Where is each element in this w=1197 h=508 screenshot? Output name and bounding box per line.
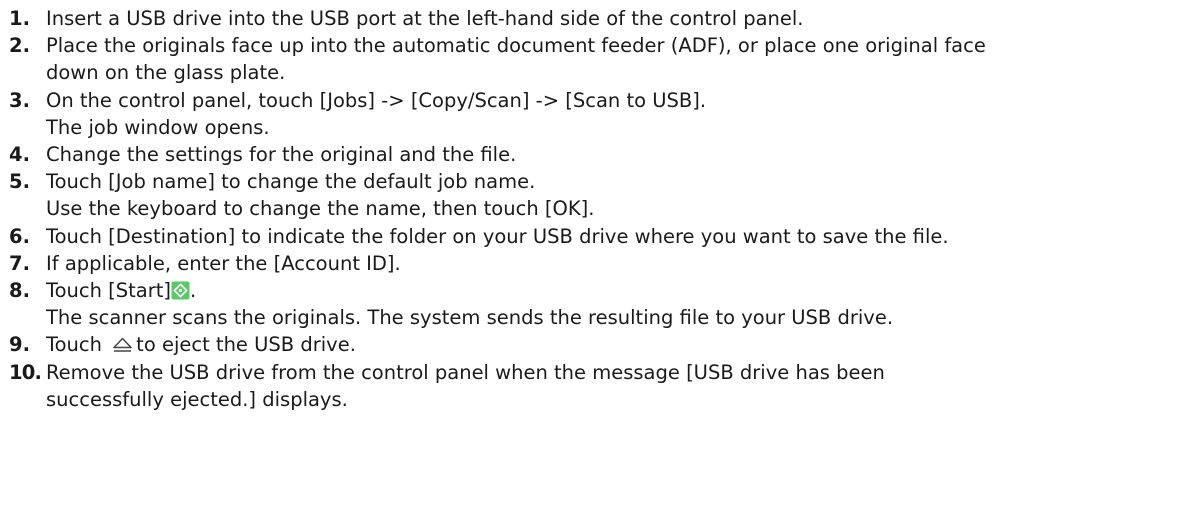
step-line: If applicable, enter the [Account ID]. [46, 251, 401, 275]
step-number: 1. [9, 7, 30, 30]
step-line: Remove the USB drive from the control pa… [46, 360, 885, 384]
step-9: 9. Touch to eject the USB drive. [9, 331, 1189, 358]
step-3: 3. On the control panel, touch [Jobs] ->… [9, 87, 1189, 141]
step-10: 10. Remove the USB drive from the contro… [9, 359, 1189, 413]
step-line: Touch [Job name] to change the default j… [46, 170, 536, 194]
step-text: On the control panel, touch [Jobs] -> [C… [46, 87, 1189, 141]
step-text: Touch [Start]. The scanner scans the ori… [46, 277, 1189, 331]
step-result-line: The scanner scans the originals. The sys… [46, 306, 894, 330]
step-line: On the control panel, touch [Jobs] -> [C… [46, 88, 707, 112]
step-8: 8. Touch [Start]. The scanner scans the … [9, 277, 1189, 331]
step-text: Insert a USB drive into the USB port at … [46, 5, 1189, 32]
step-text: Touch [Destination] to indicate the fold… [46, 223, 1189, 250]
step-result-line: The job window opens. [46, 115, 270, 139]
step-line: successfully ejected.] displays. [46, 387, 348, 411]
step-text-before-icon: Touch [46, 333, 109, 357]
step-number: 9. [9, 333, 30, 357]
step-number: 7. [9, 251, 30, 275]
step-text: Change the settings for the original and… [46, 141, 1189, 168]
step-text-before-icon: Touch [Start] [46, 279, 172, 303]
start-icon [171, 281, 190, 300]
step-7: 7. If applicable, enter the [Account ID]… [9, 250, 1189, 277]
step-5: 5. Touch [Job name] to change the defaul… [9, 168, 1189, 222]
step-line-with-icon: Touch to eject the USB drive. [46, 331, 1189, 358]
step-4: 4. Change the settings for the original … [9, 141, 1189, 168]
step-2: 2. Place the originals face up into the … [9, 32, 1189, 86]
step-text-after-icon: . [190, 279, 197, 303]
step-number: 4. [9, 143, 30, 167]
eject-icon [113, 338, 132, 353]
step-number: 6. [9, 224, 30, 248]
step-text: Touch to eject the USB drive. [46, 331, 1189, 358]
step-number: 8. [9, 279, 30, 303]
step-number: 2. [9, 34, 30, 58]
step-line: Place the originals face up into the aut… [46, 34, 986, 58]
step-text: Touch [Job name] to change the default j… [46, 168, 1189, 222]
step-text: Remove the USB drive from the control pa… [46, 359, 1189, 413]
step-line: Change the settings for the original and… [46, 143, 517, 167]
step-line: Touch [Destination] to indicate the fold… [46, 224, 949, 248]
step-text: If applicable, enter the [Account ID]. [46, 250, 1189, 277]
step-6: 6. Touch [Destination] to indicate the f… [9, 223, 1189, 250]
step-number: 3. [9, 88, 30, 112]
step-text: Place the originals face up into the aut… [46, 32, 1189, 86]
step-result-line: Use the keyboard to change the name, the… [46, 197, 595, 221]
step-line: down on the glass plate. [46, 61, 286, 85]
step-number: 5. [9, 170, 30, 194]
step-line: Insert a USB drive into the USB port at … [46, 7, 804, 30]
step-line-with-icon: Touch [Start]. [46, 277, 1189, 304]
step-1: 1. Insert a USB drive into the USB port … [9, 5, 1189, 32]
instruction-list: 1. Insert a USB drive into the USB port … [0, 0, 1189, 413]
step-text-after-icon: to eject the USB drive. [136, 333, 356, 357]
step-number: 10. [9, 360, 42, 384]
